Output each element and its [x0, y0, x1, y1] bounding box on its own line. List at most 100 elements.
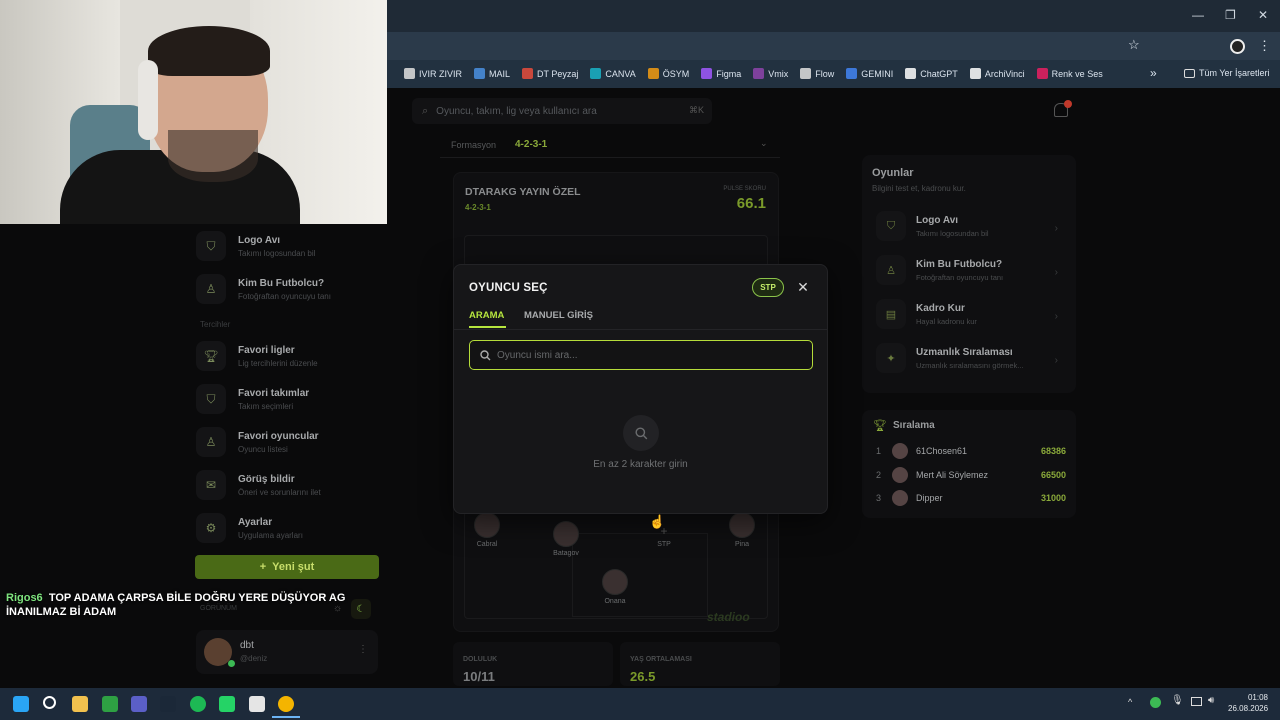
- bookmark-11[interactable]: Renk ve Ses: [1036, 68, 1103, 79]
- file-explorer-icon[interactable]: [72, 696, 88, 712]
- bookmark-2[interactable]: DT Peyzaj: [522, 68, 578, 79]
- user-icon: ♙: [196, 274, 226, 304]
- sidebar-item-label: Logo Avı: [238, 234, 281, 246]
- bookmark-6[interactable]: Vmix: [753, 68, 788, 79]
- bookmark-0[interactable]: IVIR ZIVIR: [404, 68, 462, 79]
- all-bookmarks-button[interactable]: Tüm Yer İşaretleri: [1184, 68, 1270, 78]
- search-icon[interactable]: [43, 696, 56, 709]
- player-avatar: [602, 569, 628, 595]
- pulse-value: 66.1: [736, 195, 766, 212]
- vmix-icon: [753, 68, 765, 79]
- teams-icon[interactable]: [131, 696, 147, 712]
- sidebar-item[interactable]: ⚙ Ayarlar Uygulama ayarları: [196, 510, 376, 546]
- display-icon[interactable]: [1191, 697, 1202, 706]
- player-search-field[interactable]: [469, 340, 813, 370]
- sidebar-item-sub: Takımı logosundan bil: [238, 248, 316, 258]
- bookmark-8[interactable]: GEMINI: [846, 68, 893, 79]
- ranking-row[interactable]: 3 Dipper 31000: [876, 489, 1066, 507]
- bookmark-9[interactable]: ChatGPT: [905, 68, 958, 79]
- whatsapp-icon[interactable]: [219, 696, 235, 712]
- global-search[interactable]: ⌕ Oyuncu, takım, lig veya kullanıcı ara …: [412, 98, 712, 124]
- new-shot-button[interactable]: + Yeni şut: [195, 555, 379, 579]
- star-icon[interactable]: ☆: [1128, 37, 1140, 53]
- maximize-icon[interactable]: ❐: [1225, 8, 1236, 22]
- tab-manual-entry[interactable]: MANUEL GİRİŞ: [524, 310, 593, 321]
- player-search-input[interactable]: [497, 349, 797, 361]
- clipboard-icon: ▤: [876, 299, 906, 329]
- game-item[interactable]: ♙ Kim Bu Futbolcu? Fotoğraftan oyuncuyu ta…: [876, 252, 1066, 288]
- player-slot[interactable]: Batagov: [544, 521, 588, 557]
- chevron-up-icon[interactable]: ^: [1128, 697, 1132, 707]
- player-slot[interactable]: Cabral: [465, 512, 509, 548]
- chatgpt-icon: [905, 68, 917, 79]
- close-icon[interactable]: ✕: [794, 277, 812, 297]
- sidebar-item-sub: Takım seçimleri: [238, 401, 294, 411]
- steam-icon[interactable]: [160, 696, 176, 712]
- minimize-icon[interactable]: —: [1192, 8, 1204, 22]
- message-icon: ✉: [196, 470, 226, 500]
- sparkle-icon: ✦: [876, 343, 906, 373]
- game-item[interactable]: ▤ Kadro Kur Hayal kadronu kur ›: [876, 296, 1066, 332]
- game-title: Kadro Kur: [916, 302, 965, 314]
- bookmark-5[interactable]: Figma: [701, 68, 741, 79]
- sidebar-item[interactable]: 🏆︎ Favori ligler Lig tercihlerini düzenle: [196, 338, 376, 374]
- user-card[interactable]: dbt @deniz ⋮: [196, 630, 378, 674]
- volume-icon[interactable]: 🔊︎: [1208, 695, 1214, 706]
- ranking-row[interactable]: 2 Mert Ali Söylemez 66500: [876, 466, 1066, 484]
- pulse-label: PULSE SKORU: [723, 186, 766, 192]
- chat-text: TOP ADAMA ÇARPSA BİLE DOĞRU YERE DÜŞÜYOR…: [6, 592, 346, 618]
- spotify-icon[interactable]: [190, 696, 206, 712]
- sidebar-item[interactable]: ⛉ Favori takımlar Takım seçimleri: [196, 381, 376, 417]
- figma-icon: [701, 68, 713, 79]
- game-title: Uzmanlık Sıralaması: [916, 346, 1013, 358]
- player-slot[interactable]: Onana: [593, 569, 637, 605]
- windows-start-icon[interactable]: [13, 696, 29, 712]
- sidebar-item-label: Favori takımlar: [238, 387, 310, 399]
- search-shortcut: ⌘K: [688, 105, 704, 115]
- sidebar-item-sub: Uygulama ayarları: [238, 530, 303, 540]
- bookmark-1[interactable]: MAIL: [474, 68, 510, 79]
- bookmark-3[interactable]: CANVA: [590, 68, 636, 79]
- player-avatar: [474, 512, 500, 538]
- player-slot[interactable]: Pina: [720, 512, 764, 548]
- sidebar-item[interactable]: ⛉ Logo Avı Takımı logosundan bil: [196, 228, 376, 264]
- game-item[interactable]: ✦ Uzmanlık Sıralaması Uzmanlık sıralamasın…: [876, 340, 1066, 376]
- lineup-formation: 4-2-3-1: [465, 203, 491, 212]
- user-menu-icon[interactable]: ⋮: [358, 644, 368, 655]
- tray-app-icon[interactable]: [1150, 697, 1161, 708]
- player-name: Cabral: [476, 541, 498, 548]
- divider: [454, 329, 827, 330]
- sidebar-item-sub: Oyuncu listesi: [238, 444, 288, 454]
- menu-kebab-icon[interactable]: ⋮: [1258, 38, 1271, 54]
- chevron-right-icon: ›: [1054, 223, 1058, 234]
- bookmark-10[interactable]: ArchiVinci: [969, 68, 1025, 79]
- mic-icon[interactable]: 🎙︎: [1171, 695, 1184, 706]
- game-sub: Uzmanlık sıralamasını görmek...: [916, 360, 1024, 370]
- chrome-icon[interactable]: [278, 696, 294, 712]
- app-icon[interactable]: [249, 696, 265, 712]
- page-icon: [522, 68, 534, 79]
- gemini-icon: [846, 68, 858, 79]
- chevron-right-icon: ›: [1054, 267, 1058, 278]
- formation-selector[interactable]: Formasyon 4-2-3-1 ⌄: [440, 132, 780, 158]
- bookmarks-more-button[interactable]: »: [1150, 66, 1157, 80]
- shield-icon: ⛉: [876, 211, 906, 241]
- clock[interactable]: 01:08 26.08.2026: [1228, 693, 1268, 713]
- plus-icon: +: [259, 561, 267, 573]
- osym-icon: [647, 68, 659, 79]
- app-icon[interactable]: [102, 696, 118, 712]
- sidebar-item[interactable]: ♙ Kim Bu Futbolcu? Fotoğraftan oyuncuyu ta…: [196, 271, 376, 307]
- profile-avatar[interactable]: [1230, 39, 1245, 54]
- ranking-row[interactable]: 1 61Chosen61 68386: [876, 442, 1066, 460]
- webcam-overlay: [0, 0, 387, 224]
- games-subtitle: Bilgini test et, kadronu kur.: [872, 184, 966, 193]
- bookmark-7[interactable]: Flow: [800, 68, 834, 79]
- sidebar-item[interactable]: ♙ Favori oyuncular Oyuncu listesi: [196, 424, 376, 460]
- chevron-down-icon: ⌄: [760, 138, 768, 148]
- game-item[interactable]: ⛉ Logo Avı Takımı logosundan bil ›: [876, 208, 1066, 244]
- modal-title: OYUNCU SEÇ: [469, 282, 548, 294]
- bookmark-4[interactable]: ÖSYM: [647, 68, 689, 79]
- close-window-icon[interactable]: ✕: [1258, 8, 1268, 22]
- sidebar-item[interactable]: ✉ Görüş bildir Öneri ve sorunlarını ilet: [196, 467, 376, 503]
- tab-search[interactable]: ARAMA: [469, 310, 504, 321]
